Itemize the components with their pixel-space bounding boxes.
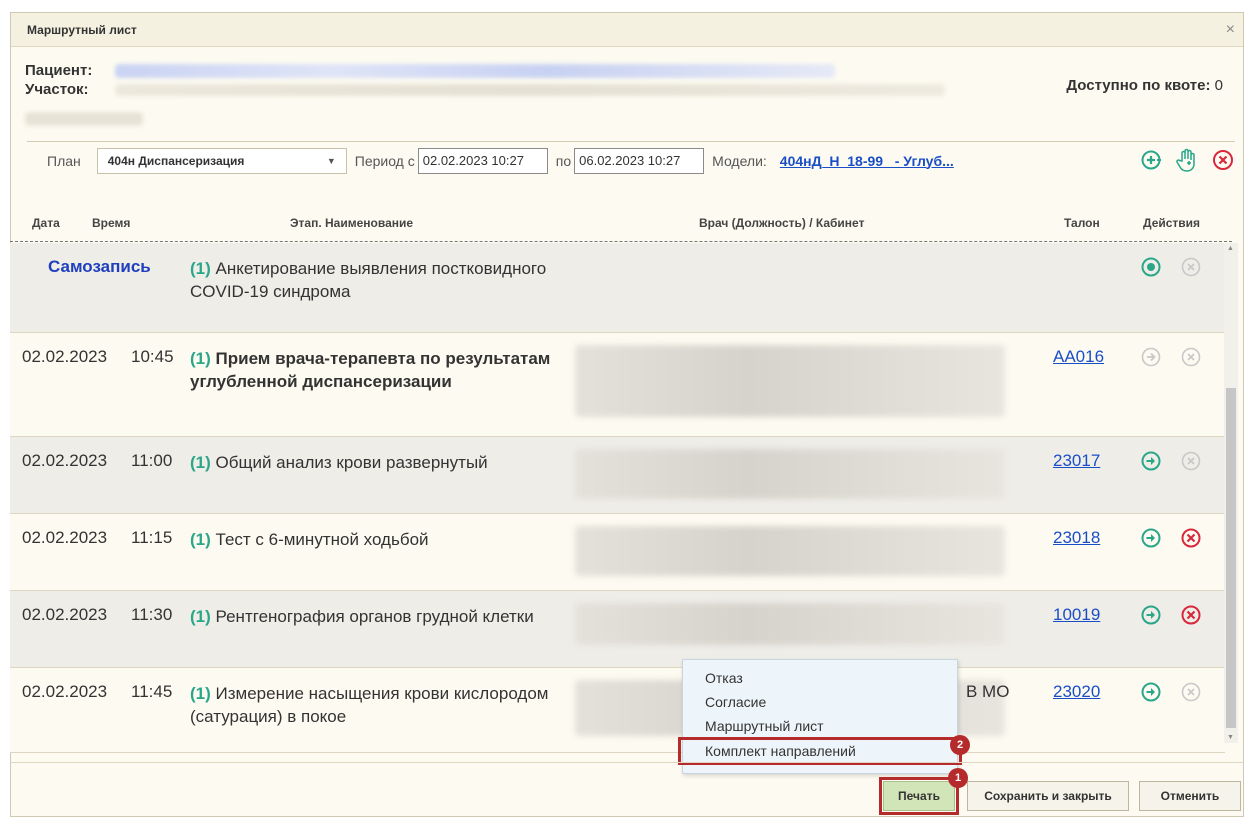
talon-link[interactable]: 23017 — [1053, 451, 1100, 471]
talon-link[interactable]: АА016 — [1053, 347, 1104, 367]
cancel-disabled-icon — [1180, 450, 1202, 477]
menu-item-consent[interactable]: Согласие — [683, 690, 957, 714]
table-row[interactable]: 02.02.2023 11:45 (1) Измерение насыщения… — [10, 668, 1225, 753]
row-date: 02.02.2023 — [22, 528, 108, 547]
arrow-icon[interactable] — [1140, 604, 1162, 631]
patient-label: Пациент: — [25, 62, 93, 79]
talon-link[interactable]: 23020 — [1053, 682, 1100, 702]
arrow-icon[interactable] — [1140, 450, 1162, 477]
scroll-down-icon[interactable]: ▼ — [1227, 734, 1234, 741]
patient-name-blurred — [115, 63, 835, 78]
cancel-button[interactable]: Отменить — [1139, 781, 1241, 811]
quota-value: 0 — [1214, 77, 1223, 94]
dialog-title: Маршрутный лист — [27, 22, 137, 37]
col-actions[interactable]: Действия — [1143, 216, 1200, 230]
stage-name: (1) Рентгенография органов грудной клетк… — [190, 607, 534, 626]
col-date[interactable]: Дата — [32, 216, 60, 230]
quota-label: Доступно по квоте: — [1066, 77, 1211, 94]
col-doctor[interactable]: Врач (Должность) / Кабинет — [699, 216, 864, 230]
stage-name: (1) Тест с 6-минутной ходьбой — [190, 530, 429, 549]
chevron-down-icon: ▼ — [326, 155, 336, 166]
close-icon[interactable]: × — [1226, 21, 1235, 38]
plan-toolbar: План 404н Диспансеризация ▼ Период с 02.… — [27, 141, 1235, 179]
step-badge-two: 2 — [950, 735, 970, 755]
stage-name: (1) Измерение насыщения крови кислородом… — [190, 684, 549, 726]
extra-blurred — [25, 111, 143, 126]
doctor-blurred — [575, 345, 1005, 417]
row-date: 02.02.2023 — [22, 605, 108, 624]
row-time: 11:00 — [131, 451, 173, 470]
table-scrollbar[interactable]: ▲ ▼ — [1224, 243, 1238, 743]
patient-info: Пациент: Участок: Доступно по квоте: 0 — [11, 47, 1243, 141]
period-from-input[interactable]: 02.02.2023 10:27 — [417, 147, 548, 174]
doctor-blurred — [575, 603, 1005, 645]
col-name[interactable]: Этап. Наименование — [290, 216, 413, 230]
print-menu: Отказ Согласие Маршрутный лист Комплект … — [678, 659, 962, 774]
step-badge-one: 1 — [948, 768, 968, 788]
period-label: Период с — [354, 152, 415, 169]
row-date: 02.02.2023 — [22, 347, 108, 366]
row-time: 10:45 — [131, 347, 174, 366]
table-header: Дата Время Этап. Наименование Врач (Долж… — [10, 202, 1232, 242]
stage-name: (1) Общий анализ крови развернутый — [190, 453, 488, 472]
plan-label: План — [47, 152, 81, 169]
area-blurred — [115, 83, 945, 96]
menu-item-routing-sheet[interactable]: Маршрутный лист — [683, 714, 957, 738]
scrollbar-thumb[interactable] — [1226, 388, 1236, 728]
stage-name: (1) Прием врача-терапевта по результатам… — [190, 349, 551, 391]
period-to-input[interactable]: 06.02.2023 10:27 — [574, 147, 705, 174]
cancel-icon[interactable] — [1180, 527, 1202, 554]
doctor-tail: В МО — [966, 682, 1010, 701]
stage-name: (1) Анкетирование выявления постковидног… — [190, 259, 547, 301]
col-talon[interactable]: Талон — [1064, 216, 1100, 230]
talon-link[interactable]: 23018 — [1053, 528, 1100, 548]
cancel-disabled-icon — [1180, 346, 1202, 373]
area-label: Участок: — [25, 81, 89, 98]
quota-info: Доступно по квоте: 0 — [1066, 77, 1223, 94]
cancel-circle-icon[interactable] — [1211, 148, 1235, 172]
cancel-disabled-icon — [1180, 681, 1202, 708]
row-time: 11:15 — [131, 528, 173, 547]
doctor-blurred — [575, 449, 1005, 499]
row-time: 11:45 — [131, 682, 173, 701]
talon-link[interactable]: 10019 — [1053, 605, 1100, 625]
cancel-disabled-icon — [1180, 256, 1202, 283]
print-button[interactable]: Печать — [879, 777, 959, 815]
menu-item-refusal[interactable]: Отказ — [683, 666, 957, 690]
models-label: Модели: — [712, 152, 767, 169]
doctor-blurred — [575, 526, 1005, 576]
models-link[interactable]: 404нД_Н_18-99_ - Углуб... — [780, 153, 954, 169]
row-date: 02.02.2023 — [22, 451, 108, 470]
scroll-up-icon[interactable]: ▲ — [1227, 245, 1234, 252]
cancel-icon[interactable] — [1180, 604, 1202, 631]
col-time[interactable]: Время — [92, 216, 130, 230]
row-date: 02.02.2023 — [22, 682, 108, 701]
row-time: 11:30 — [131, 605, 173, 624]
menu-item-referrals-set[interactable]: Комплект направлений — [678, 737, 962, 765]
add-circle-icon[interactable] — [1139, 148, 1163, 172]
table-body: Самозапись (1) Анкетирование выявления п… — [10, 243, 1225, 753]
plan-select-value: 404н Диспансеризация — [107, 153, 245, 168]
table-row[interactable]: 02.02.2023 11:15 (1) Тест с 6-минутной х… — [10, 514, 1225, 591]
hand-icon[interactable] — [1175, 148, 1199, 172]
table-row[interactable]: 02.02.2023 11:30 (1) Рентгенография орга… — [10, 591, 1225, 668]
record-icon[interactable] — [1140, 256, 1162, 283]
self-record-label: Самозапись — [48, 257, 151, 276]
plan-select[interactable]: 404н Диспансеризация ▼ — [96, 147, 347, 174]
table-row[interactable]: Самозапись (1) Анкетирование выявления п… — [10, 243, 1225, 333]
table-row[interactable]: 02.02.2023 11:00 (1) Общий анализ крови … — [10, 437, 1225, 514]
arrow-icon[interactable] — [1140, 681, 1162, 708]
save-and-close-button[interactable]: Сохранить и закрыть — [967, 781, 1129, 811]
dialog-footer: Печать Сохранить и закрыть Отменить — [10, 762, 1244, 817]
dialog-titlebar: Маршрутный лист × — [11, 13, 1243, 47]
arrow-icon[interactable] — [1140, 527, 1162, 554]
period-to-label: по — [555, 152, 572, 169]
arrow-disabled-icon — [1140, 346, 1162, 373]
table-row[interactable]: 02.02.2023 10:45 (1) Прием врача-терапев… — [10, 333, 1225, 437]
